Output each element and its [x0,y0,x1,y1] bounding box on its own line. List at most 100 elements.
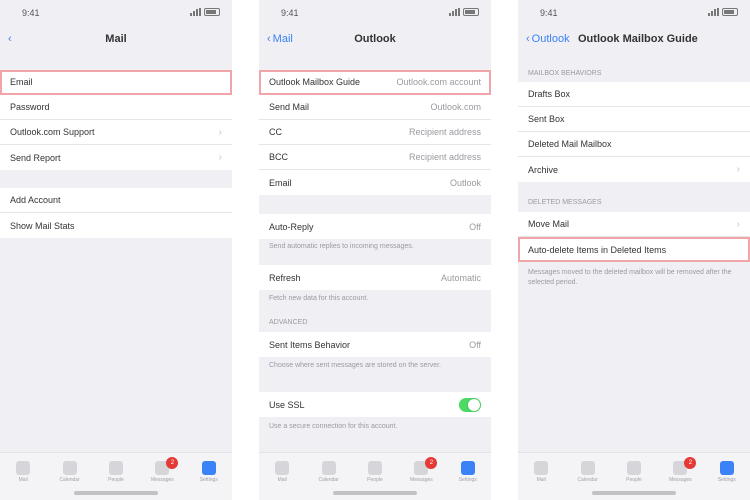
home-indicator [592,491,676,495]
signal-icon [449,8,460,16]
section-header: DELETED MESSAGES [528,199,602,206]
tab-calendar[interactable]: Calendar [318,461,339,483]
status-time: 9:41 [22,8,40,18]
tab-messages[interactable]: Messages 2 [151,457,179,483]
battery-icon [463,8,479,16]
section-note: Choose where sent messages are stored on… [269,362,441,369]
row-email[interactable]: Email [0,70,232,95]
chevron-left-icon: ‹ [526,33,530,45]
status-time: 9:41 [281,8,299,18]
chevron-right-icon: › [736,218,740,230]
battery-icon [204,8,220,16]
chevron-right-icon: › [218,152,222,163]
mail-icon [16,461,31,475]
tab-people[interactable]: People [624,461,644,483]
signal-icon [190,8,201,16]
mail-icon [534,461,549,475]
settings-icon [719,461,734,475]
settings-icon [460,461,475,475]
row-auto-delete[interactable]: Auto-delete Items in Deleted Items [518,237,750,262]
tab-mail[interactable]: Mail [272,461,292,483]
people-icon [108,461,123,475]
tab-people[interactable]: People [106,461,126,483]
refresh-group: Refresh Automatic [259,265,491,290]
people-icon [626,461,641,475]
status-indicators [449,8,479,16]
screen-outlook-account: 9:41 ‹ Mail Outlook Outlook Mailbox Guide… [259,0,491,500]
home-indicator [74,491,158,495]
sent-items-group: Sent Items Behavior Off [259,332,491,357]
row-send-report[interactable]: Send Report › [0,145,232,170]
chevron-right-icon: › [736,164,740,175]
account-info-group: Outlook Mailbox Guide Outlook.com account… [259,70,491,195]
row-archive[interactable]: Archive › [518,157,750,182]
row-sent-items[interactable]: Sent Items Behavior Off [259,332,491,357]
row-use-ssl[interactable]: Use SSL [259,392,491,417]
ssl-group: Use SSL [259,392,491,417]
calendar-icon [321,461,336,475]
status-time: 9:41 [540,8,558,18]
section-note: Send automatic replies to incoming messa… [269,243,414,250]
chevron-right-icon: › [218,126,222,138]
row-bcc[interactable]: BCC Recipient address [259,145,491,170]
section-header: MAILBOX BEHAVIORS [528,70,602,77]
tab-people[interactable]: People [365,461,385,483]
deleted-messages-group: Move Mail › Auto-delete Items in Deleted … [518,212,750,262]
section-note: Fetch new data for this account. [269,295,369,302]
status-bar: 9:41 [259,6,491,20]
status-bar: 9:41 [0,6,232,20]
tab-mail[interactable]: Mail [531,461,551,483]
row-refresh[interactable]: Refresh Automatic [259,265,491,290]
row-auto-reply[interactable]: Auto-Reply Off [259,214,491,239]
tab-calendar[interactable]: Calendar [59,461,80,483]
back-button[interactable]: ‹ Outlook [526,33,570,45]
settings-group-account: Email Password Outlook.com Support › Send… [0,70,232,170]
settings-icon [201,461,216,475]
page-title: Outlook Mailbox Guide [578,33,698,45]
row-send-mail[interactable]: Send Mail Outlook.com [259,95,491,120]
row-drafts[interactable]: Drafts Box [518,82,750,107]
row-support[interactable]: Outlook.com Support › [0,120,232,145]
page-title: Outlook [354,33,396,45]
row-deleted[interactable]: Deleted Mail Mailbox [518,132,750,157]
row-mailbox-guide[interactable]: Outlook Mailbox Guide Outlook.com account [259,70,491,95]
status-indicators [190,8,220,16]
tab-settings[interactable]: Settings [458,461,478,483]
section-note: Messages moved to the deleted mailbox wi… [528,269,732,286]
mail-icon [275,461,290,475]
section-header: ADVANCED [269,319,308,326]
calendar-icon [580,461,595,475]
signal-icon [708,8,719,16]
row-move-mail[interactable]: Move Mail › [518,212,750,237]
calendar-icon [62,461,77,475]
notification-badge: 2 [684,457,697,469]
screen-mail-settings: 9:41 ‹ Mail Email Password Outlook.com S… [0,0,232,500]
nav-bar: ‹ Mail [0,28,232,52]
status-indicators [708,8,738,16]
tab-messages[interactable]: Messages 2 [669,457,697,483]
row-email[interactable]: Email Outlook [259,170,491,195]
people-icon [367,461,382,475]
tab-calendar[interactable]: Calendar [577,461,598,483]
row-cc[interactable]: CC Recipient address [259,120,491,145]
tab-messages[interactable]: Messages 2 [410,457,438,483]
row-password[interactable]: Password [0,95,232,120]
tab-settings[interactable]: Settings [717,461,737,483]
home-indicator [333,491,417,495]
row-sent[interactable]: Sent Box [518,107,750,132]
page-title: Mail [105,33,127,45]
nav-bar: ‹ Outlook Outlook Mailbox Guide [518,28,750,52]
mailbox-behaviors-group: Drafts Box Sent Box Deleted Mail Mailbox… [518,82,750,182]
nav-bar: ‹ Mail Outlook [259,28,491,52]
auto-reply-group: Auto-Reply Off [259,214,491,239]
tab-mail[interactable]: Mail [13,461,33,483]
row-show-stats[interactable]: Show Mail Stats [0,213,232,238]
notification-badge: 2 [425,457,438,469]
ssl-toggle[interactable] [459,397,481,412]
section-note: Use a secure connection for this account… [269,423,398,430]
notification-badge: 2 [166,457,179,469]
status-bar: 9:41 [518,6,750,20]
tab-settings[interactable]: Settings [199,461,219,483]
row-add-account[interactable]: Add Account [0,188,232,213]
battery-icon [722,8,738,16]
